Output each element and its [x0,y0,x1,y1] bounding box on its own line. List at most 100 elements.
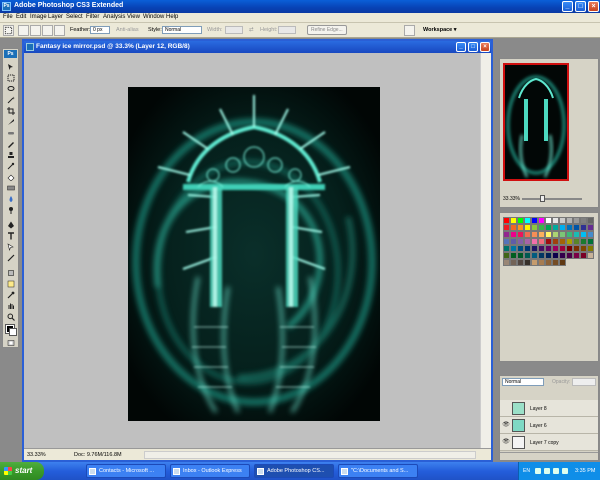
background-color-swatch[interactable] [9,328,17,336]
navigator-thumbnail[interactable] [503,63,569,181]
color-swatch[interactable] [517,231,524,238]
hand-tool-icon[interactable] [6,302,16,310]
color-swatch[interactable] [545,245,552,252]
eraser-tool-icon[interactable] [6,173,16,181]
bridge-icon[interactable] [404,25,415,36]
color-swatch[interactable] [559,238,566,245]
color-swatch[interactable] [580,245,587,252]
color-swatch[interactable] [510,252,517,259]
color-swatch[interactable] [580,238,587,245]
color-swatch[interactable] [531,245,538,252]
artwork-canvas[interactable] [128,87,380,421]
color-swatch[interactable] [573,245,580,252]
color-swatch[interactable] [552,252,559,259]
doc-maximize-icon[interactable]: □ [468,42,478,52]
tray-icon[interactable] [544,468,550,474]
menu-help[interactable]: Help [166,14,178,20]
color-swatch[interactable] [524,224,531,231]
layer-row[interactable]: Layer 8 [500,400,598,417]
lasso-tool-icon[interactable] [6,85,16,93]
color-swatch[interactable] [552,238,559,245]
color-swatch[interactable] [545,259,552,266]
style-select[interactable]: Normal [162,26,202,34]
color-swatch[interactable] [573,231,580,238]
color-swatch[interactable] [566,217,573,224]
layer-visibility-icon[interactable]: 👁 [502,438,510,446]
color-swatch[interactable] [510,217,517,224]
color-swatch[interactable] [510,238,517,245]
color-swatch[interactable] [524,252,531,259]
color-swatch[interactable] [545,252,552,259]
color-swatch[interactable] [538,238,545,245]
color-swatch[interactable] [531,231,538,238]
color-swatch[interactable] [510,224,517,231]
3d-rotate-icon[interactable] [6,269,16,277]
maximize-icon[interactable]: □ [575,1,586,12]
healing-brush-icon[interactable] [6,129,16,137]
color-swatch[interactable] [573,238,580,245]
workspace-button[interactable]: Workspace ▾ [423,27,457,33]
tray-icon[interactable] [562,468,568,474]
color-swatch[interactable] [538,252,545,259]
color-swatch[interactable] [566,231,573,238]
navigator-zoom[interactable]: 33.33% [503,196,520,202]
navigator-slider-knob[interactable] [540,195,545,202]
color-swatch[interactable] [587,245,594,252]
close-icon[interactable]: × [588,1,599,12]
color-swatch[interactable] [552,245,559,252]
crop-tool-icon[interactable] [6,107,16,115]
color-swatch[interactable] [517,245,524,252]
language-indicator[interactable]: EN [523,468,530,474]
path-selection-icon[interactable] [6,243,16,251]
width-input[interactable] [225,26,243,34]
clock[interactable]: 3:35 PM [575,468,595,474]
color-swatch[interactable] [559,217,566,224]
document-size-info[interactable]: Doc: 9.76M/116.8M [74,452,122,458]
line-tool-icon[interactable] [6,254,16,262]
slice-tool-icon[interactable] [6,118,16,126]
color-swatch[interactable] [531,224,538,231]
color-swatch[interactable] [531,252,538,259]
marquee-tool-icon[interactable] [6,74,16,82]
history-brush-icon[interactable] [6,162,16,170]
color-swatch[interactable] [503,245,510,252]
color-swatch[interactable] [510,245,517,252]
menu-layer[interactable]: Layer [48,14,63,20]
color-swatch[interactable] [545,231,552,238]
color-swatch[interactable] [580,217,587,224]
color-swatch[interactable] [524,259,531,266]
layer-visibility-icon[interactable] [502,404,510,412]
taskbar-item-photoshop[interactable]: Adobe Photoshop CS... [254,464,334,478]
refine-edge-button[interactable]: Refine Edge... [307,25,347,35]
color-swatch[interactable] [510,259,517,266]
color-swatch[interactable] [517,224,524,231]
color-swatch[interactable] [517,217,524,224]
color-swatch[interactable] [552,217,559,224]
layer-row[interactable]: 👁 Layer 7 copy [500,434,598,451]
color-swatch[interactable] [559,252,566,259]
color-swatch[interactable] [545,217,552,224]
type-tool-icon[interactable] [6,232,16,240]
doc-close-icon[interactable]: × [480,42,490,52]
taskbar-item-outlook[interactable]: Inbox - Outlook Express [170,464,250,478]
taskbar-item-cmd[interactable]: "C:\Documents and S... [338,464,418,478]
color-swatch[interactable] [531,217,538,224]
color-swatch[interactable] [517,259,524,266]
pen-tool-icon[interactable] [6,221,16,229]
color-swatch[interactable] [573,252,580,259]
color-swatch[interactable] [545,224,552,231]
color-swatch[interactable] [503,252,510,259]
color-swatch[interactable] [503,231,510,238]
color-swatch[interactable] [552,224,559,231]
quick-mask-icon[interactable] [6,339,16,347]
color-swatch[interactable] [538,217,545,224]
color-swatch[interactable] [503,238,510,245]
color-swatch[interactable] [503,217,510,224]
menu-select[interactable]: Select [66,14,83,20]
menu-edit[interactable]: Edit [16,14,26,20]
color-swatch[interactable] [559,259,566,266]
color-swatch[interactable] [566,224,573,231]
document-titlebar[interactable]: Fantasy ice mirror.psd @ 33.3% (Layer 12… [24,41,491,53]
color-swatch[interactable] [524,245,531,252]
color-swatch[interactable] [559,231,566,238]
